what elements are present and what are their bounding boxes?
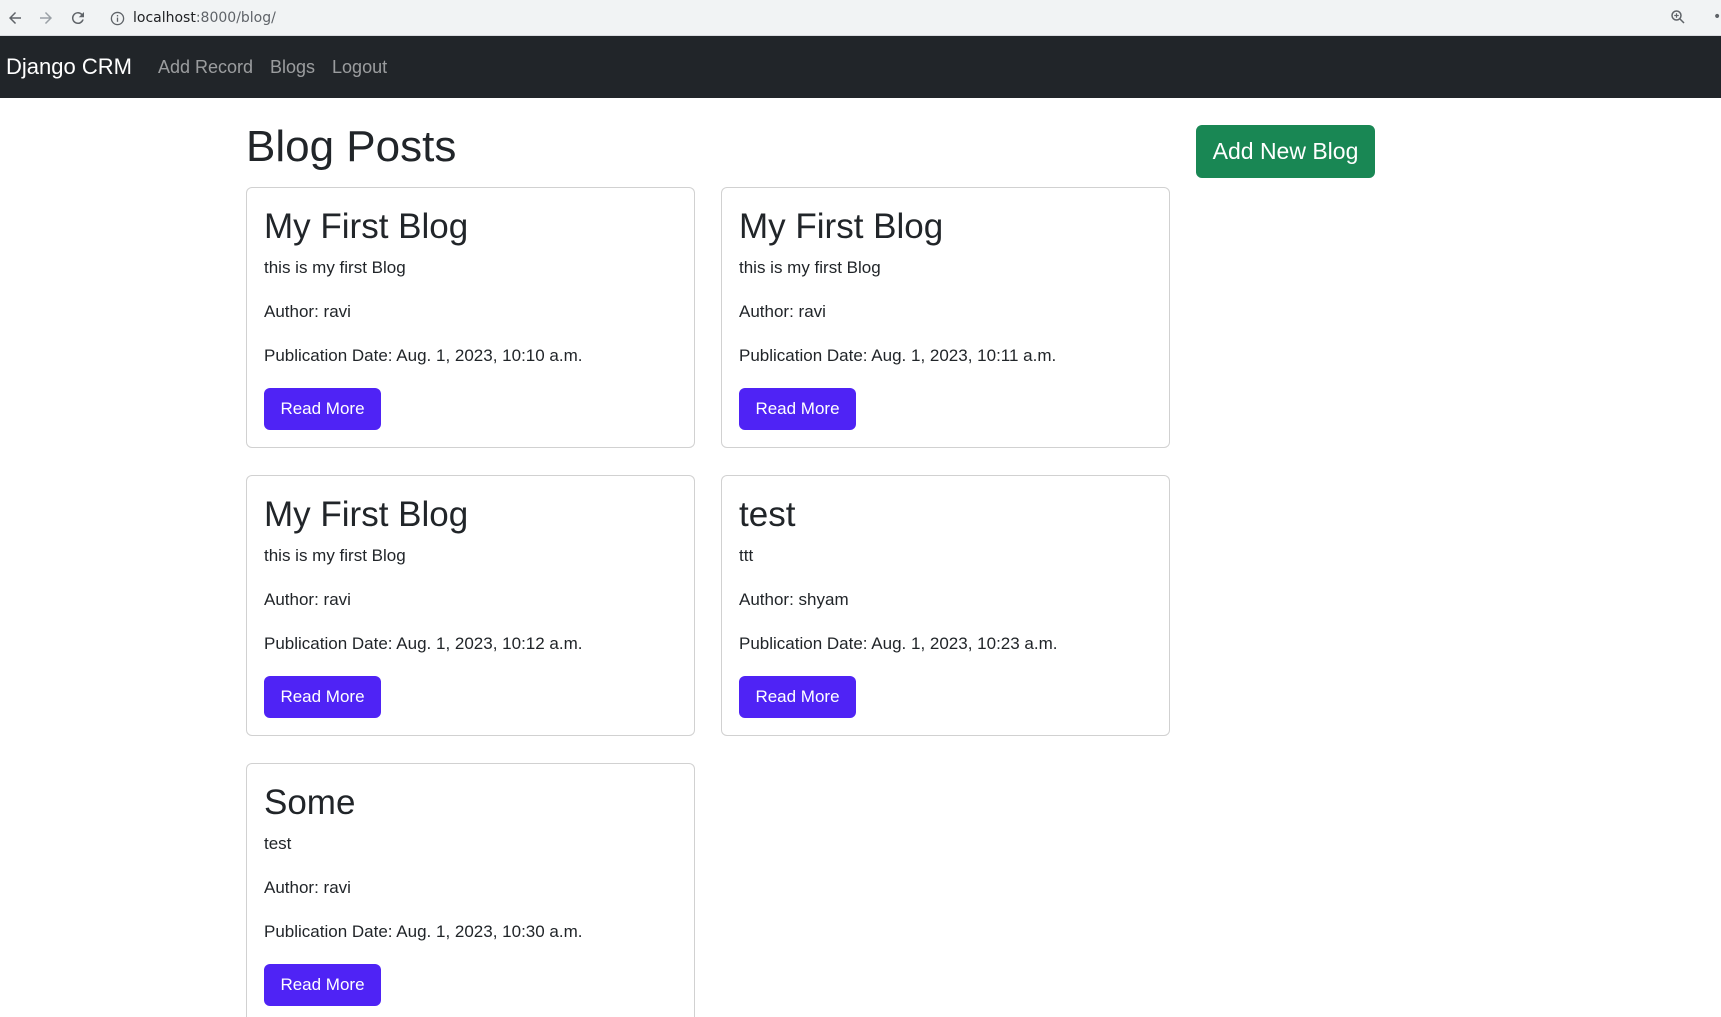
url-text: localhost:8000/blog/	[133, 10, 276, 26]
url-path: :8000/blog/	[195, 10, 276, 26]
page-title: Blog Posts	[246, 122, 457, 171]
site-navbar: Django CRM Add Record Blogs Logout	[0, 36, 1721, 98]
blog-date: Publication Date: Aug. 1, 2023, 10:12 a.…	[264, 634, 583, 653]
blog-date: Publication Date: Aug. 1, 2023, 10:11 a.…	[739, 346, 1057, 365]
nav-link-logout[interactable]: Logout	[332, 57, 387, 78]
blog-card: test ttt Author: shyam Publication Date:…	[721, 475, 1170, 736]
blog-title: My First Blog	[264, 207, 469, 246]
navbar-brand[interactable]: Django CRM	[6, 54, 132, 80]
blog-title: Some	[264, 783, 356, 822]
blog-date: Publication Date: Aug. 1, 2023, 10:10 a.…	[264, 346, 583, 365]
blog-card: My First Blog this is my first Blog Auth…	[246, 475, 695, 736]
back-arrow-icon[interactable]	[3, 6, 27, 30]
read-more-button[interactable]: Read More	[264, 964, 381, 1006]
browser-menu-icon[interactable]: •	[1713, 10, 1721, 24]
blog-author: Author: ravi	[264, 590, 351, 609]
blog-author: Author: ravi	[264, 878, 351, 897]
add-new-blog-button[interactable]: Add New Blog	[1196, 125, 1375, 178]
blog-card: My First Blog this is my first Blog Auth…	[721, 187, 1170, 448]
address-bar[interactable]: localhost:8000/blog/	[100, 3, 1690, 33]
blog-author: Author: shyam	[739, 590, 849, 609]
read-more-button[interactable]: Read More	[739, 388, 856, 430]
reload-icon[interactable]	[66, 6, 90, 30]
blog-body: test	[264, 834, 292, 853]
blog-author: Author: ravi	[264, 302, 351, 321]
read-more-button[interactable]: Read More	[739, 676, 856, 718]
blog-title: My First Blog	[739, 207, 944, 246]
nav-link-add-record[interactable]: Add Record	[158, 57, 253, 78]
read-more-button[interactable]: Read More	[264, 388, 381, 430]
blog-date: Publication Date: Aug. 1, 2023, 10:23 a.…	[739, 634, 1058, 653]
blog-body: this is my first Blog	[264, 546, 406, 565]
read-more-button[interactable]: Read More	[264, 676, 381, 718]
info-icon[interactable]	[109, 10, 125, 26]
blog-title: test	[739, 495, 796, 534]
forward-arrow-icon[interactable]	[34, 6, 58, 30]
browser-toolbar: localhost:8000/blog/ •	[0, 0, 1721, 36]
blog-card: Some test Author: ravi Publication Date:…	[246, 763, 695, 1017]
blog-card: My First Blog this is my first Blog Auth…	[246, 187, 695, 448]
blog-title: My First Blog	[264, 495, 469, 534]
blog-body: this is my first Blog	[739, 258, 881, 277]
blog-date: Publication Date: Aug. 1, 2023, 10:30 a.…	[264, 922, 583, 941]
zoom-icon[interactable]	[1669, 8, 1687, 26]
blog-author: Author: ravi	[739, 302, 826, 321]
blog-body: ttt	[739, 546, 754, 565]
blog-body: this is my first Blog	[264, 258, 406, 277]
nav-link-blogs[interactable]: Blogs	[270, 57, 315, 78]
url-host: localhost	[133, 10, 196, 26]
